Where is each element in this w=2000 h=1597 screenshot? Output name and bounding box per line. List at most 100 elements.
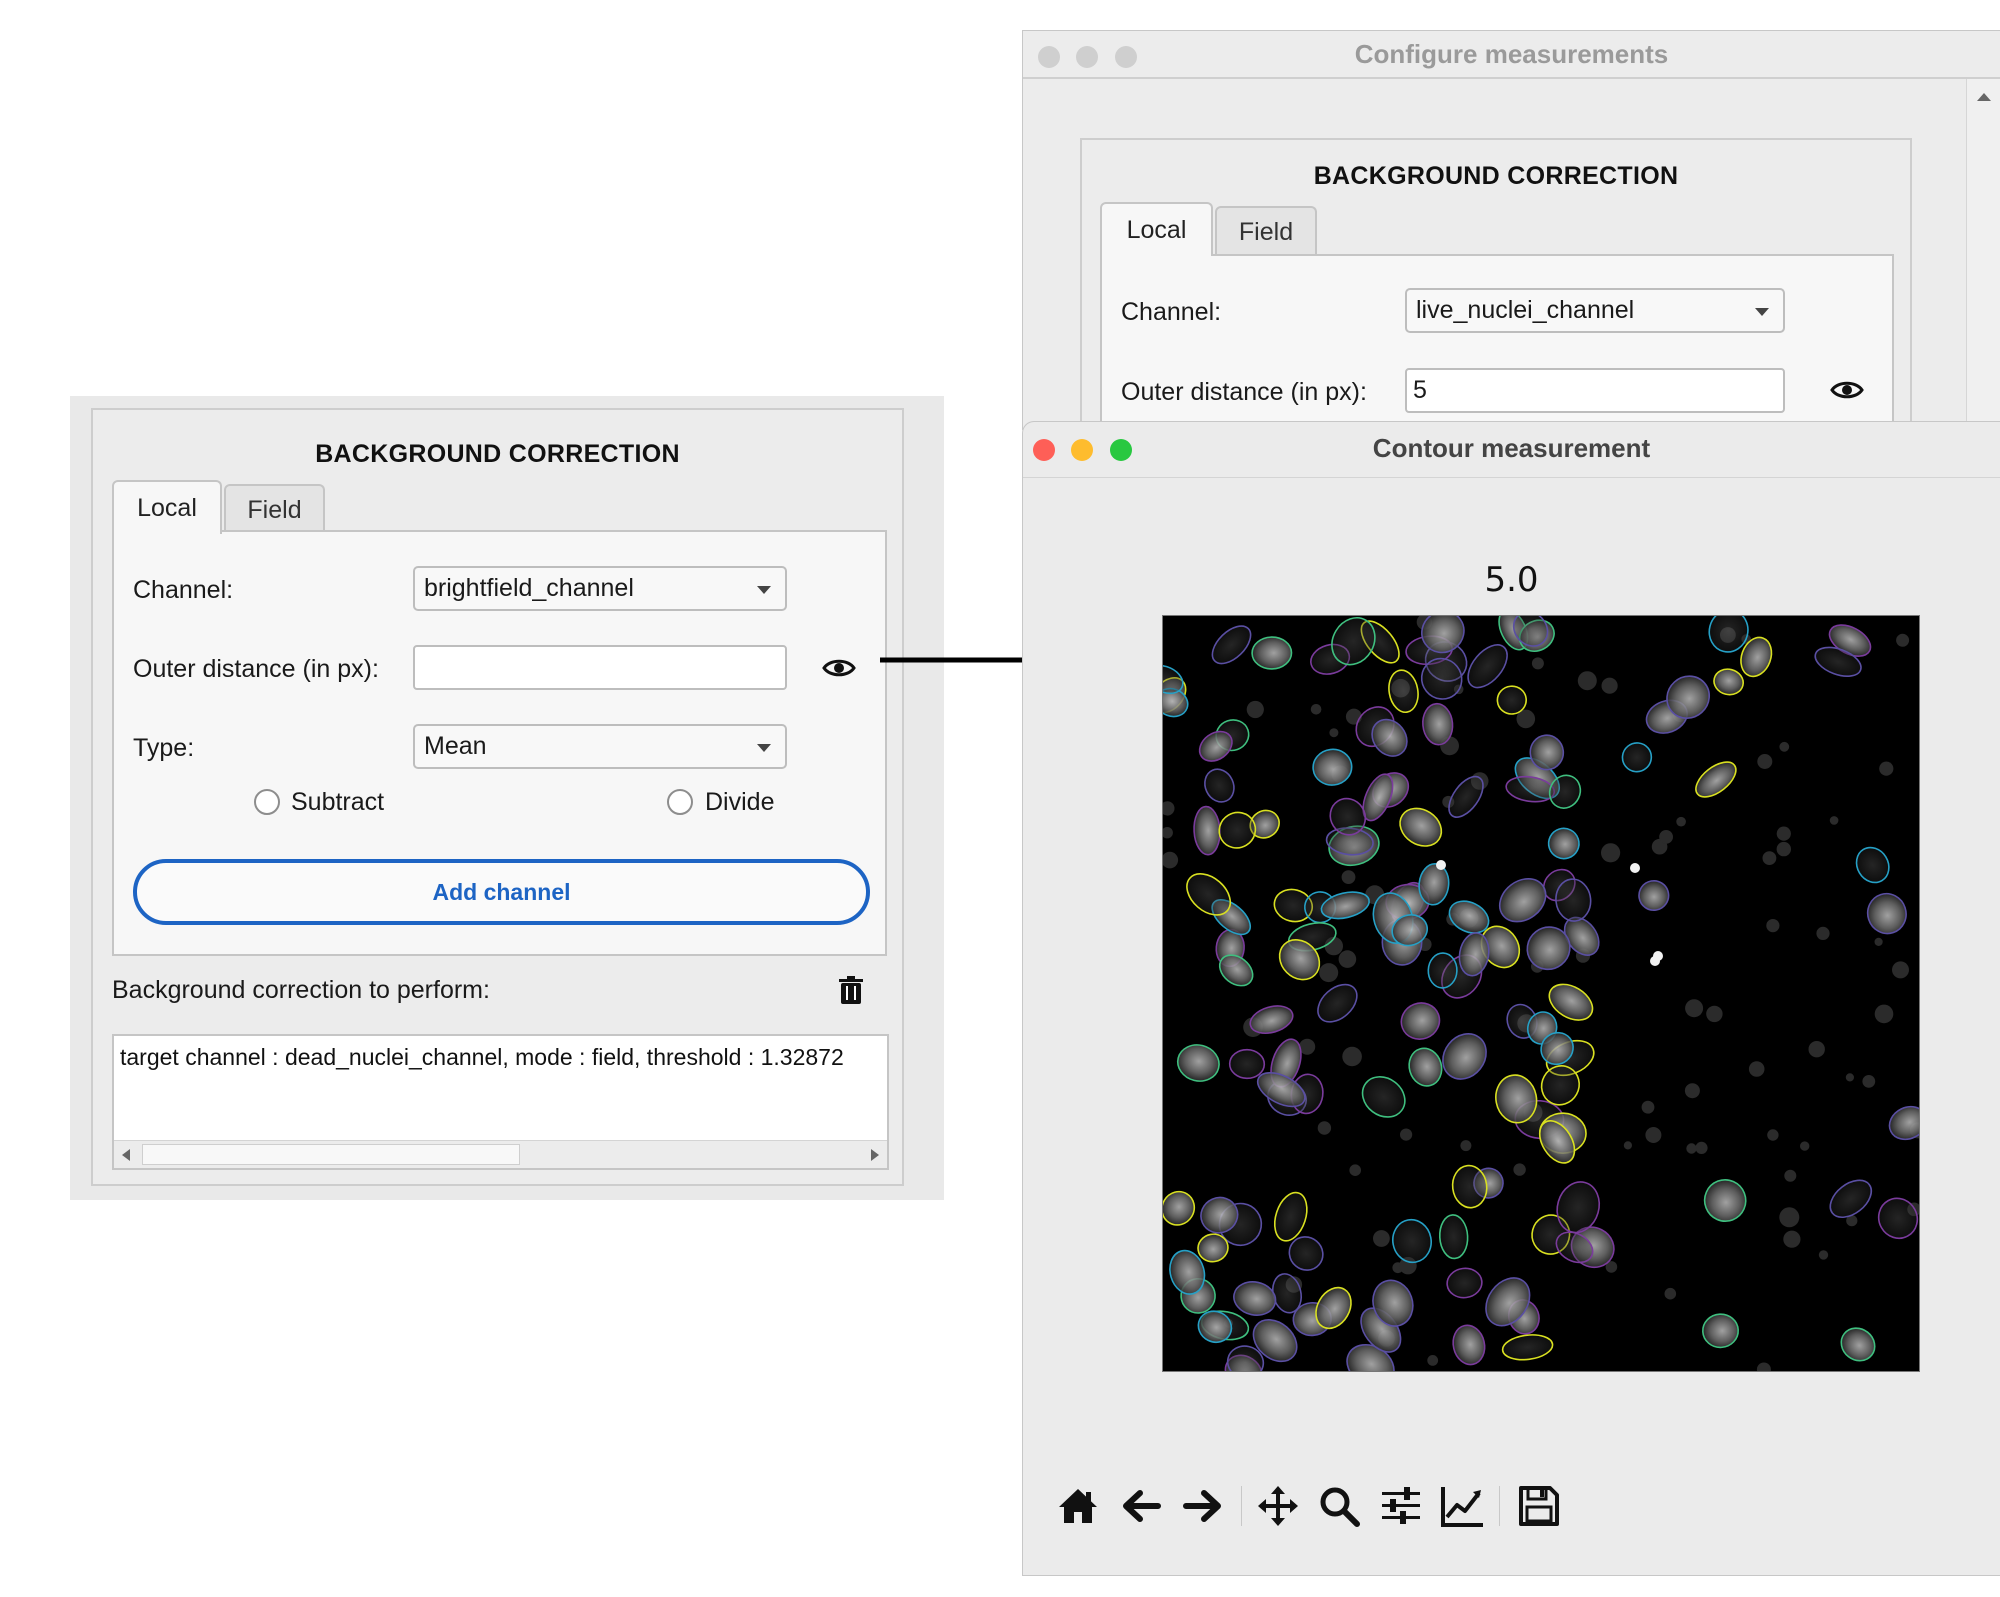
nucleus-contour	[1427, 952, 1458, 989]
background-spot	[1310, 704, 1322, 715]
type-dropdown-value: Mean	[424, 732, 487, 760]
bright-spot	[1653, 951, 1663, 961]
tab-pane-local: Channel: brightfield_channel Outer dista…	[112, 530, 887, 956]
eye-icon[interactable]	[1830, 378, 1864, 402]
list-title: Background correction to perform:	[112, 976, 490, 1004]
background-spot	[1684, 1083, 1700, 1099]
add-channel-button[interactable]: Add channel	[133, 859, 870, 925]
tab-local[interactable]: Local	[1100, 202, 1213, 256]
background-correction-panel: BACKGROUND CORRECTION Local Field Channe…	[70, 396, 944, 1200]
tab-local[interactable]: Local	[112, 480, 222, 534]
scroll-right-icon[interactable]	[871, 1149, 879, 1161]
scrollbar-thumb[interactable]	[142, 1144, 520, 1165]
background-spot	[1695, 1141, 1708, 1154]
type-dropdown[interactable]: Mean	[413, 724, 787, 769]
tab-pane-local: Channel: live_nuclei_channel Outer dista…	[1100, 254, 1894, 444]
background-spot	[1686, 1143, 1697, 1154]
background-spot	[1601, 677, 1618, 694]
subtract-radio[interactable]	[254, 789, 280, 815]
background-spot	[1896, 633, 1910, 647]
background-spot	[1862, 1075, 1876, 1088]
nucleus-contour	[1228, 1048, 1266, 1080]
section-title: BACKGROUND CORRECTION	[1313, 162, 1679, 190]
background-spot	[1762, 851, 1777, 865]
background-spot	[1784, 1169, 1797, 1182]
chevron-down-icon	[1755, 308, 1769, 316]
background-spot	[1757, 754, 1773, 769]
edit-axes-icon[interactable]	[1439, 1483, 1485, 1529]
zoom-icon[interactable]	[1316, 1483, 1362, 1529]
window-titlebar: Contour measurement	[1023, 422, 2000, 478]
channel-dropdown[interactable]: live_nuclei_channel	[1405, 288, 1785, 333]
background-spot	[1874, 1004, 1894, 1024]
background-correction-list[interactable]: target channel : dead_nuclei_channel, mo…	[112, 1034, 889, 1170]
channel-dropdown[interactable]: brightfield_channel	[413, 566, 787, 611]
type-label: Type:	[133, 734, 195, 762]
background-spot	[1400, 1128, 1413, 1141]
divide-radio[interactable]	[667, 789, 693, 815]
background-spot	[1623, 1141, 1632, 1150]
background-spot	[1319, 963, 1339, 983]
background-spot	[1664, 1287, 1677, 1300]
contour-measurement-window: Contour measurement 5.0	[1022, 421, 2000, 1576]
bright-spot	[1436, 860, 1446, 870]
pan-icon[interactable]	[1255, 1483, 1301, 1529]
background-spot	[1808, 1041, 1825, 1058]
nucleus-contour	[1702, 1313, 1739, 1349]
background-spot	[1800, 1141, 1810, 1151]
toolbar-separator	[1241, 1486, 1242, 1526]
nuclei-image-canvas[interactable]	[1163, 616, 1920, 1372]
contour-image[interactable]	[1162, 615, 1920, 1372]
scroll-up-icon[interactable]	[1977, 93, 1991, 101]
chevron-down-icon	[757, 744, 771, 752]
divide-label: Divide	[705, 788, 775, 816]
background-correction-group: BACKGROUND CORRECTION Local Field Channe…	[1080, 138, 1912, 444]
list-item[interactable]: target channel : dead_nuclei_channel, mo…	[120, 1044, 844, 1071]
tab-field[interactable]: Field	[224, 484, 325, 534]
vertical-scrollbar[interactable]	[1966, 79, 2000, 431]
channel-label: Channel:	[133, 576, 234, 604]
background-spot	[1892, 961, 1909, 979]
background-spot	[1818, 1250, 1829, 1260]
outer-distance-input[interactable]	[413, 645, 787, 690]
plot-title: 5.0	[1484, 560, 1539, 600]
background-spot	[1342, 1046, 1362, 1067]
background-spot	[1349, 1164, 1361, 1176]
background-spot	[1685, 999, 1704, 1018]
background-spot	[1246, 700, 1264, 719]
forward-arrow-icon[interactable]	[1180, 1483, 1226, 1529]
toolbar-separator	[1499, 1486, 1500, 1526]
channel-label: Channel:	[1121, 298, 1222, 326]
home-icon[interactable]	[1055, 1483, 1101, 1529]
chevron-down-icon	[757, 586, 771, 594]
scroll-left-icon[interactable]	[122, 1149, 130, 1161]
background-spot	[1829, 816, 1839, 825]
tab-field[interactable]: Field	[1215, 206, 1317, 256]
horizontal-scrollbar[interactable]	[114, 1140, 887, 1168]
outer-distance-label: Outer distance (in px):	[1121, 378, 1367, 406]
background-spot	[1776, 841, 1791, 857]
subplots-config-icon[interactable]	[1378, 1483, 1424, 1529]
section-title: BACKGROUND CORRECTION	[315, 440, 680, 468]
background-spot	[1659, 830, 1673, 844]
background-spot	[1706, 1005, 1723, 1023]
background-spot	[1766, 919, 1780, 933]
bright-spot	[1630, 863, 1640, 873]
background-spot	[1879, 761, 1894, 776]
background-spot	[1874, 937, 1883, 946]
background-spot	[1531, 657, 1544, 670]
background-spot	[1601, 843, 1621, 863]
save-icon[interactable]	[1516, 1483, 1562, 1529]
background-correction-group: BACKGROUND CORRECTION Local Field Channe…	[91, 408, 904, 1186]
eye-icon[interactable]	[822, 656, 856, 680]
outer-distance-label: Outer distance (in px):	[133, 655, 379, 683]
trash-icon[interactable]	[839, 976, 863, 1004]
outer-distance-input[interactable]: 5	[1405, 368, 1785, 413]
background-spot	[1783, 1230, 1801, 1248]
window-titlebar: Configure measurements	[1023, 31, 2000, 79]
background-spot	[1645, 1127, 1662, 1143]
channel-dropdown-value: brightfield_channel	[424, 574, 634, 602]
background-spot	[1779, 741, 1790, 752]
back-arrow-icon[interactable]	[1118, 1483, 1164, 1529]
background-spot	[1338, 950, 1357, 968]
